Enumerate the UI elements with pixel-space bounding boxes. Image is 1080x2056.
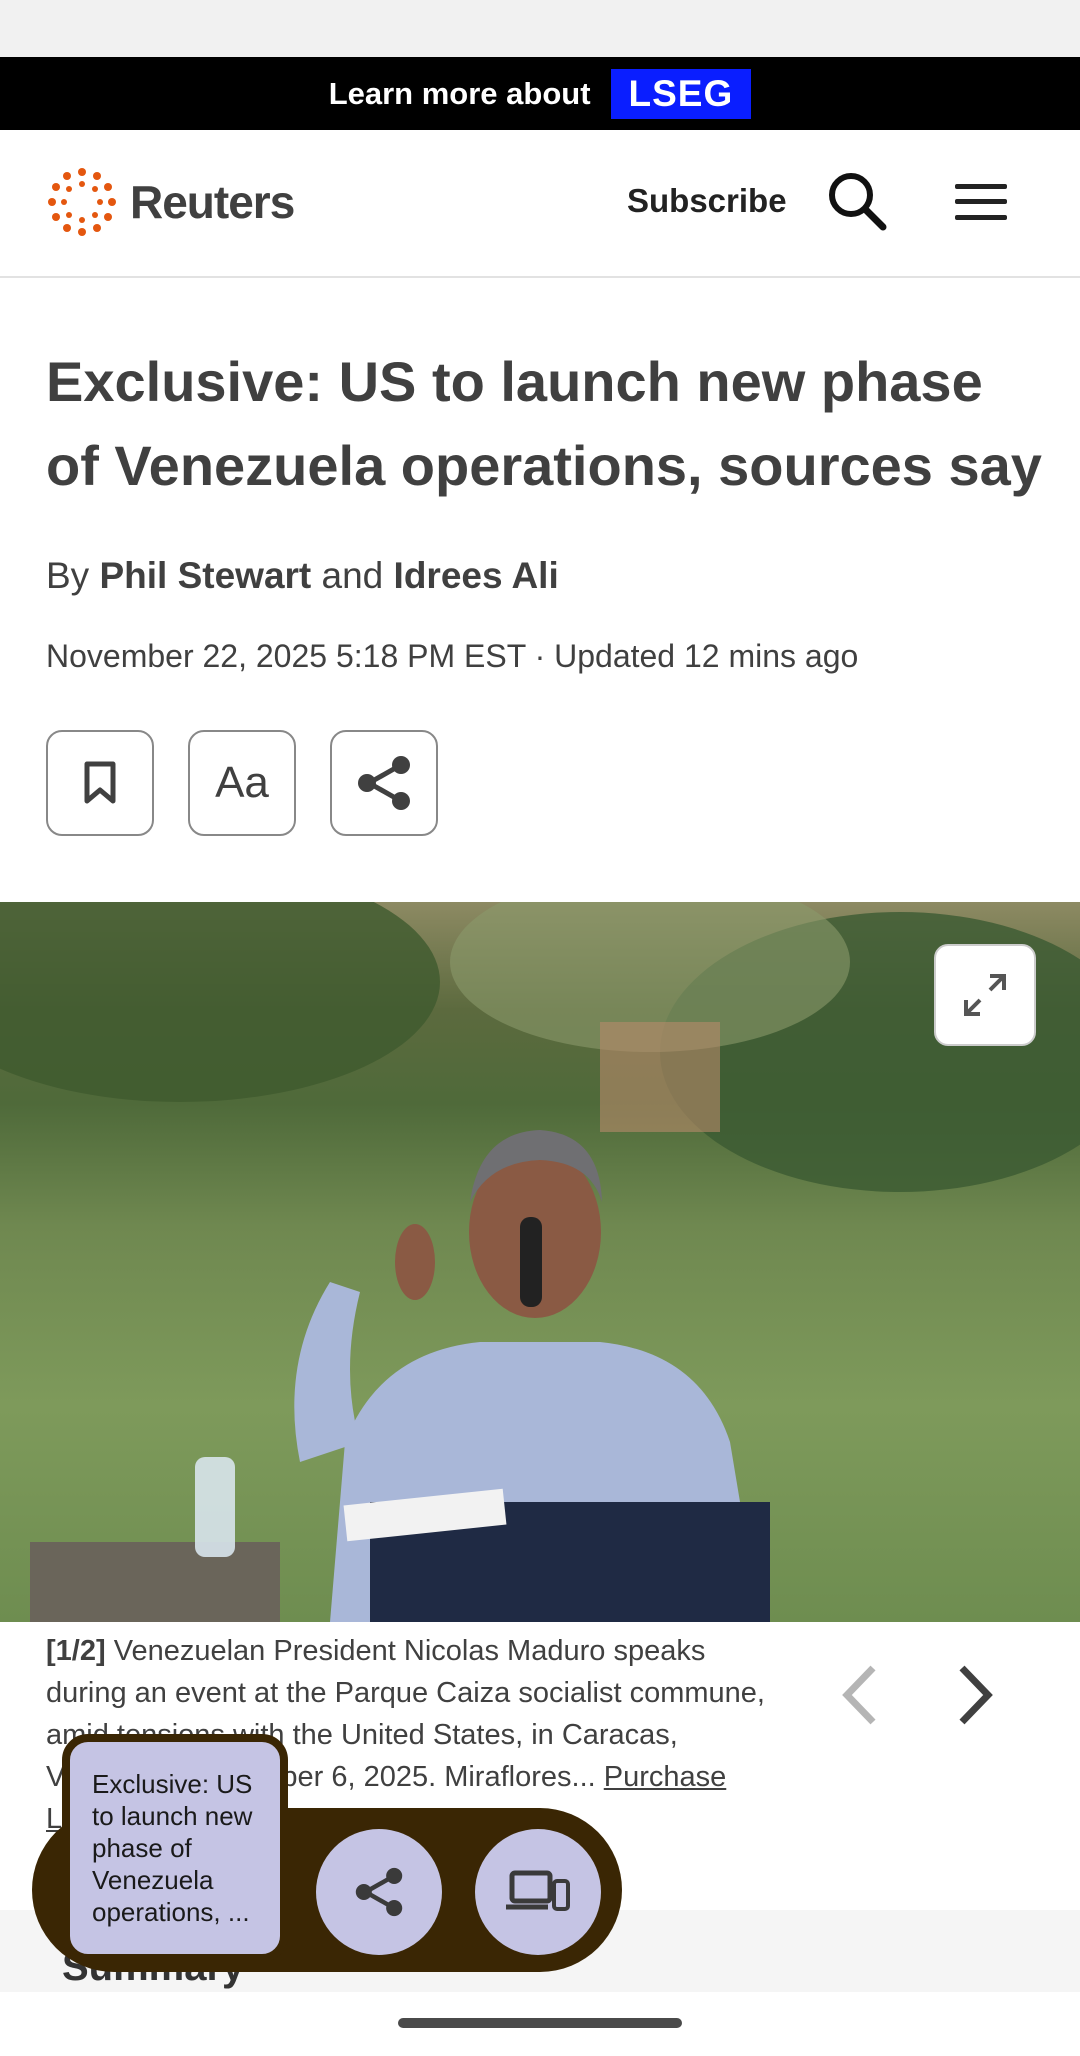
page-preview-card[interactable]: Exclusive: US to launch new phase of Ven… <box>62 1734 288 1962</box>
previous-photo-icon[interactable] <box>835 1660 885 1730</box>
menu-icon[interactable] <box>955 182 1007 222</box>
text-size-button[interactable]: Aa <box>188 730 296 836</box>
share-icon <box>358 756 410 810</box>
article-photo[interactable] <box>0 902 1080 1622</box>
author-link[interactable]: Phil Stewart <box>99 555 311 596</box>
article-headline: Exclusive: US to launch new phase of Ven… <box>46 350 1042 497</box>
next-photo-icon[interactable] <box>950 1660 1000 1730</box>
ad-brand-logo: LSEG <box>610 68 752 119</box>
byline-joiner: and <box>321 555 384 596</box>
photo-illustration <box>0 902 1080 1622</box>
status-bar <box>0 0 1080 57</box>
reuters-logo-icon <box>48 168 116 236</box>
text-size-label: Aa <box>215 758 269 807</box>
byline: By Phil Stewart and Idrees Ali <box>46 555 559 597</box>
devices-icon <box>506 1870 570 1911</box>
home-gesture-handle[interactable] <box>398 2018 682 2028</box>
bookmark-icon <box>84 761 116 804</box>
page-preview-text: Exclusive: US to launch new phase of Ven… <box>92 1769 253 1927</box>
search-icon[interactable] <box>826 170 888 232</box>
overlay-devices-button[interactable] <box>475 1829 601 1955</box>
expand-photo-button[interactable] <box>934 944 1036 1046</box>
bookmark-button[interactable] <box>46 730 154 836</box>
caption-counter: [1/2] <box>46 1635 106 1667</box>
subscribe-button[interactable]: Subscribe <box>627 182 787 220</box>
logo-wordmark: Reuters <box>130 176 295 228</box>
site-header: Reuters Subscribe <box>0 130 1080 278</box>
expand-icon <box>964 974 1006 1016</box>
share-icon <box>355 1867 403 1917</box>
dateline: November 22, 2025 5:18 PM EST · Updated … <box>46 638 859 674</box>
overlay-share-button[interactable] <box>316 1829 442 1955</box>
share-button[interactable] <box>330 730 438 836</box>
ad-text: Learn more about <box>328 75 591 111</box>
author-link[interactable]: Idrees Ali <box>394 555 559 596</box>
ad-banner[interactable]: Learn more about LSEG <box>0 57 1080 130</box>
byline-prefix: By <box>46 555 90 596</box>
reuters-logo[interactable]: Reuters <box>46 166 295 238</box>
